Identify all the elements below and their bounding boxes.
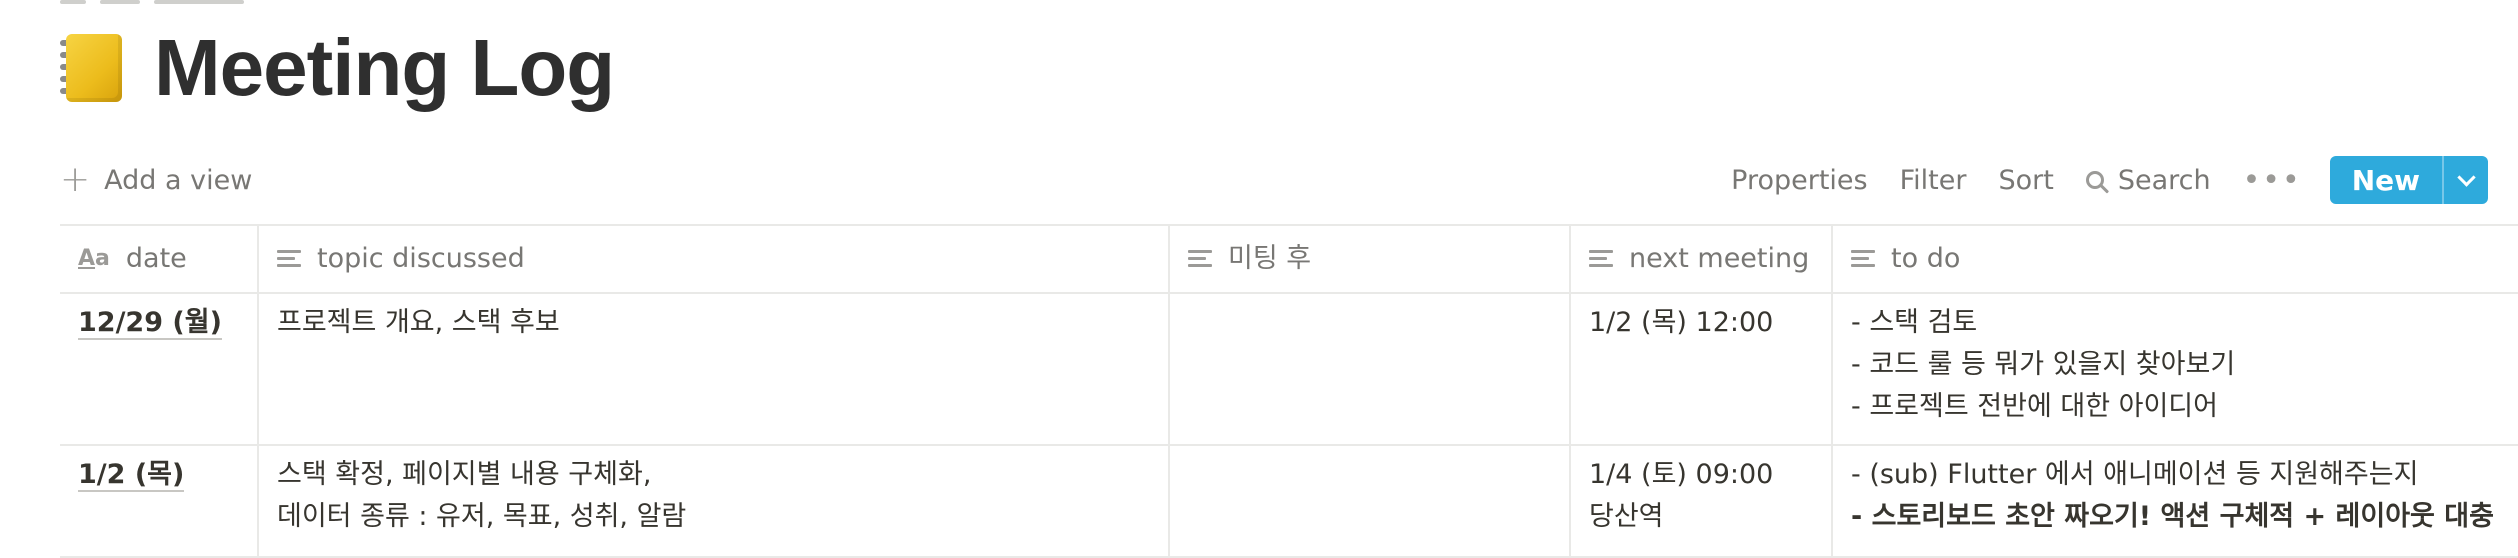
topic-line: 프로젝트 개요, 스택 후보 [277,307,560,338]
new-button-group: New [2329,156,2488,204]
table-row[interactable]: 12/29 (월) 프로젝트 개요, 스택 후보 1/2 (목) 12:00 -… [60,294,2518,446]
plus-icon: + [60,159,91,200]
column-label: date [125,243,187,274]
next-meeting-cell[interactable]: 1/4 (토) 09:00 당산역 [1571,446,1833,556]
next-meeting-line: 1/4 (토) 09:00 [1589,459,1774,490]
text-property-icon [1589,250,1613,268]
search-button[interactable]: Search [2085,164,2211,196]
after-meeting-cell[interactable] [1170,446,1571,556]
page-header: Meeting Log [60,28,615,108]
topic-line: 스택 확정, 페이지별 내용 구체화, [277,459,652,490]
column-label: topic discussed [317,243,525,274]
table-row[interactable]: 1/2 (목) 스택 확정, 페이지별 내용 구체화, 데이터 종류 : 유저,… [60,446,2518,558]
add-view-button[interactable]: + Add a view [60,162,252,198]
breadcrumb-fragment [60,0,480,6]
todo-line: - 코드 룰 등 뭐가 있을지 찾아보기 [1851,349,2236,380]
next-meeting-line: 당산역 [1589,501,1664,532]
topic-cell[interactable]: 스택 확정, 페이지별 내용 구체화, 데이터 종류 : 유저, 목표, 성취,… [259,446,1170,556]
date-value[interactable]: 1/2 (목) [78,459,185,492]
page-title[interactable]: Meeting Log [154,28,615,108]
column-label: to do [1891,243,1961,274]
chevron-down-icon [2456,167,2476,187]
title-property-icon: Aa [78,246,110,271]
date-cell[interactable]: 12/29 (월) [60,294,259,444]
after-meeting-cell[interactable] [1170,294,1571,444]
text-property-icon [1851,250,1875,268]
table-header-row: Aa date topic discussed 미팅 후 next meetin… [60,226,2518,294]
column-header-after-meeting[interactable]: 미팅 후 [1170,226,1571,292]
todo-line: - (sub) Flutter 에서 애니메이션 등 지원해주는지 [1851,459,2419,490]
todo-line: - 스토리보드 초안 짜오기! 액션 구체적 + 레이아웃 대충 [1851,501,2494,532]
database-toolbar: + Add a view Properties Filter Sort Sear… [60,152,2488,208]
next-meeting-line: 1/2 (목) 12:00 [1589,307,1774,338]
sort-button[interactable]: Sort [1998,165,2053,196]
column-header-topic[interactable]: topic discussed [259,226,1170,292]
date-value[interactable]: 12/29 (월) [78,307,222,340]
text-property-icon [1188,250,1212,268]
topic-cell[interactable]: 프로젝트 개요, 스택 후보 [259,294,1170,444]
todo-cell[interactable]: - (sub) Flutter 에서 애니메이션 등 지원해주는지 - 스토리보… [1833,446,2518,556]
search-icon [2085,171,2104,189]
column-label: next meeting [1629,243,1810,274]
date-cell[interactable]: 1/2 (목) [60,446,259,556]
todo-line: - 스택 검토 [1851,307,1978,338]
column-header-todo[interactable]: to do [1833,226,2518,292]
column-label: 미팅 후 [1228,243,1312,274]
topic-line: 데이터 종류 : 유저, 목표, 성취, 알람 [277,501,687,532]
new-button[interactable]: New [2330,156,2442,204]
text-property-icon [277,250,301,268]
todo-line: - 프로젝트 전반에 대한 아이디어 [1851,391,2218,422]
next-meeting-cell[interactable]: 1/2 (목) 12:00 [1571,294,1833,444]
properties-button[interactable]: Properties [1731,165,1867,196]
notebook-icon[interactable] [60,30,124,106]
filter-button[interactable]: Filter [1900,165,1967,196]
add-view-label: Add a view [104,164,253,196]
database-table: Aa date topic discussed 미팅 후 next meetin… [60,224,2518,558]
column-header-next-meeting[interactable]: next meeting [1571,226,1833,292]
search-label: Search [2117,164,2211,196]
new-dropdown-button[interactable] [2442,156,2488,204]
column-header-date[interactable]: Aa date [60,226,259,292]
more-options-icon[interactable]: ••• [2243,163,2302,198]
todo-cell[interactable]: - 스택 검토 - 코드 룰 등 뭐가 있을지 찾아보기 - 프로젝트 전반에 … [1833,294,2518,444]
